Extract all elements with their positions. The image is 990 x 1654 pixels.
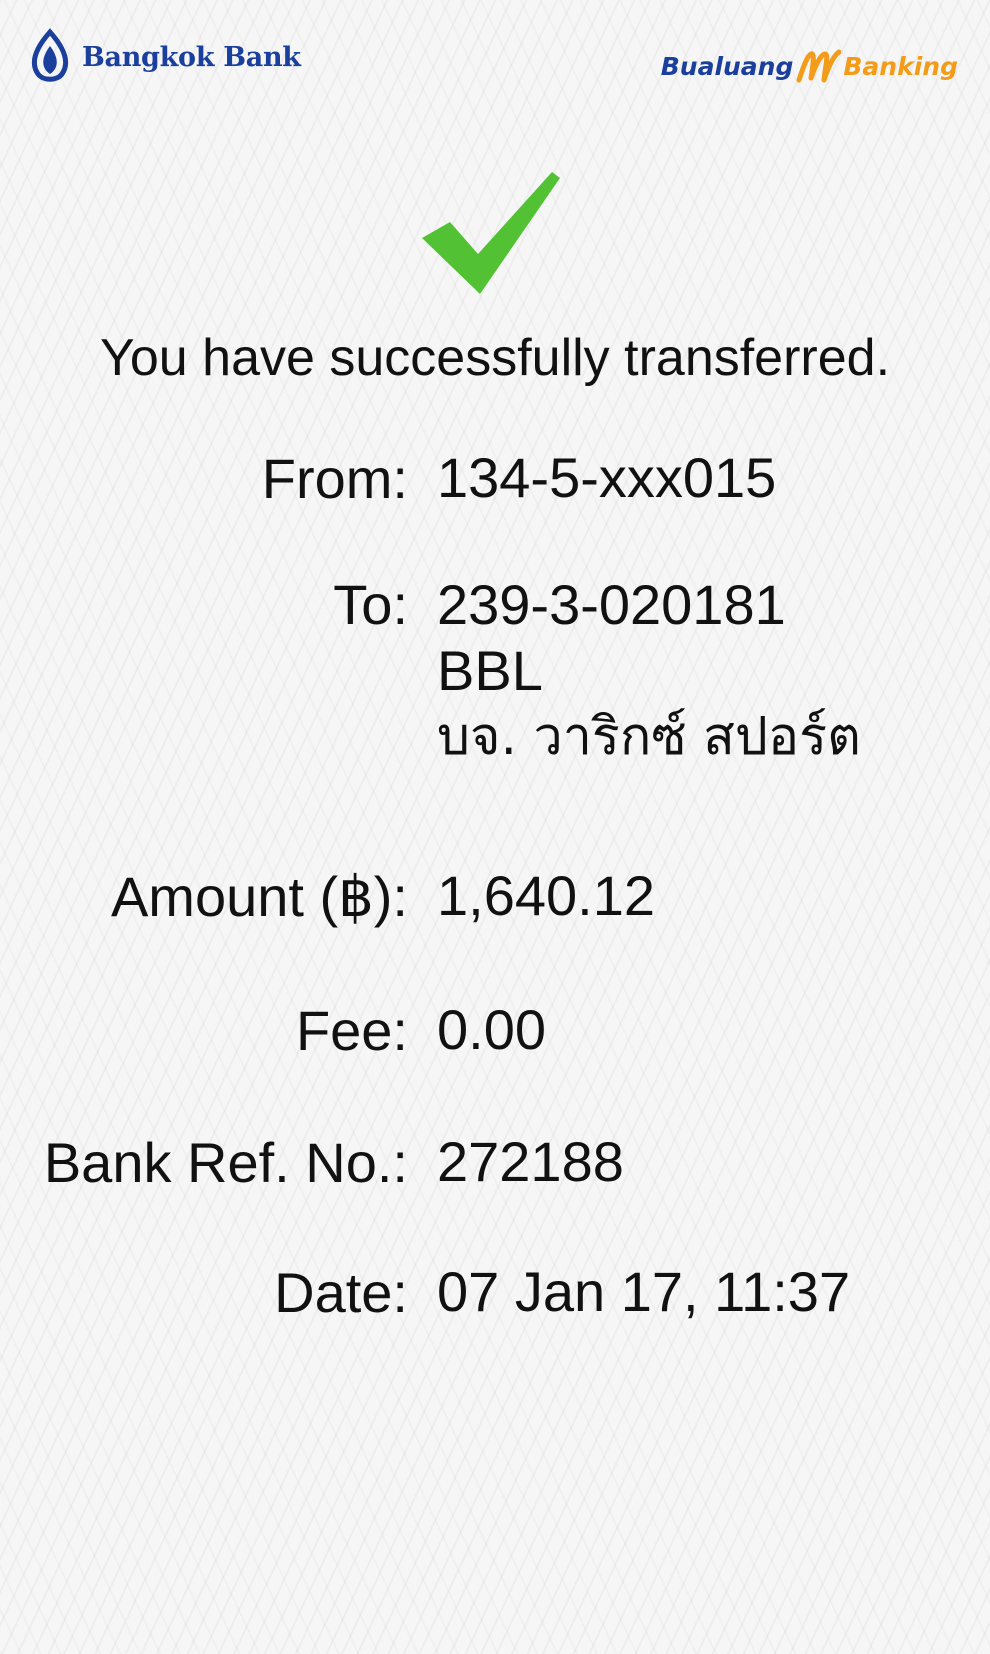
success-message: You have successfully transferred. bbox=[99, 329, 891, 387]
mbanking-logo-right: Banking bbox=[843, 51, 958, 81]
date-value: 07 Jan 17, 11:37 bbox=[437, 1260, 851, 1323]
bank-ref-value: 272188 bbox=[437, 1130, 624, 1193]
checkmark-icon bbox=[422, 172, 560, 294]
amount-value: 1,640.12 bbox=[437, 864, 655, 927]
to-label: To: bbox=[333, 573, 408, 636]
m-logo-icon bbox=[793, 48, 843, 84]
bank-ref-label: Bank Ref. No.: bbox=[43, 1131, 408, 1194]
bank-name: Bangkok Bank bbox=[82, 41, 301, 73]
to-value: 239-3-020181 BBL บจ. วาริกซ์ สปอร์ต bbox=[437, 572, 861, 770]
lotus-icon bbox=[32, 28, 68, 82]
to-name: บจ. วาริกซ์ สปอร์ต bbox=[437, 707, 861, 767]
bangkok-bank-logo: Bangkok Bank bbox=[28, 28, 301, 86]
to-bank: BBL bbox=[437, 639, 543, 702]
amount-label: Amount (฿): bbox=[110, 865, 408, 928]
to-account: 239-3-020181 bbox=[437, 573, 786, 636]
fee-label: Fee: bbox=[295, 999, 408, 1062]
header: Bangkok Bank Bualuang Banking bbox=[28, 28, 962, 98]
mbanking-logo-left: Bualuang bbox=[660, 51, 794, 81]
fee-value: 0.00 bbox=[437, 998, 546, 1061]
from-value: 134-5-xxx015 bbox=[437, 446, 777, 509]
from-label: From: bbox=[261, 447, 408, 510]
date-label: Date: bbox=[274, 1261, 408, 1324]
mbanking-logo: Bualuang Banking bbox=[661, 48, 958, 84]
